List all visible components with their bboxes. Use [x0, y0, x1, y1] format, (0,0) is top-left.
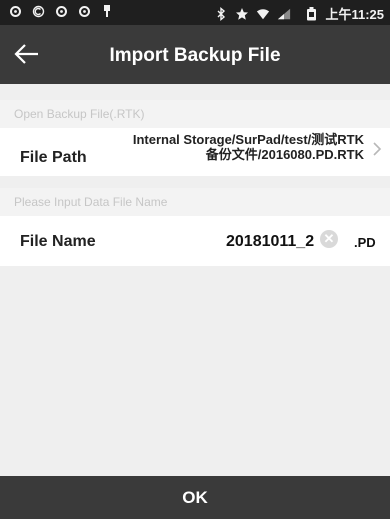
bluetooth-icon: [214, 6, 228, 21]
battery-icon: [304, 6, 318, 21]
file-name-input[interactable]: 20181011_2: [226, 233, 314, 251]
status-left-icons: [8, 4, 114, 18]
file-path-value: Internal Storage/SurPad/test/测试RTK备份文件/2…: [132, 132, 364, 162]
page-title: Import Backup File: [109, 45, 281, 66]
usb-icon: [100, 4, 114, 18]
app-bar: Import Backup File: [0, 25, 390, 84]
chevron-right-icon: [372, 141, 382, 157]
star-icon: [235, 7, 249, 21]
ok-button[interactable]: OK: [0, 476, 390, 519]
sync-icon: [54, 4, 68, 18]
wifi-icon: [256, 7, 270, 21]
c-icon: [31, 4, 45, 18]
file-path-label: File Path: [20, 149, 87, 166]
clear-icon[interactable]: ✕: [320, 230, 338, 248]
sync-icon: [8, 4, 22, 18]
sync-icon: [77, 4, 91, 18]
signal-icon: [277, 7, 291, 21]
section-header-open-backup: Open Backup File(.RTK): [0, 100, 390, 128]
file-extension: .PD: [354, 235, 376, 250]
section-header-input-name: Please Input Data File Name: [0, 188, 390, 216]
status-time: 上午11:25: [325, 7, 384, 22]
file-name-label: File Name: [20, 233, 96, 250]
file-path-row[interactable]: File Path Internal Storage/SurPad/test/测…: [0, 128, 390, 176]
file-name-row: File Name 20181011_2 ✕ .PD: [0, 216, 390, 266]
status-bar: 上午11:25: [0, 0, 390, 25]
status-right-icons: 上午11:25: [214, 4, 384, 23]
